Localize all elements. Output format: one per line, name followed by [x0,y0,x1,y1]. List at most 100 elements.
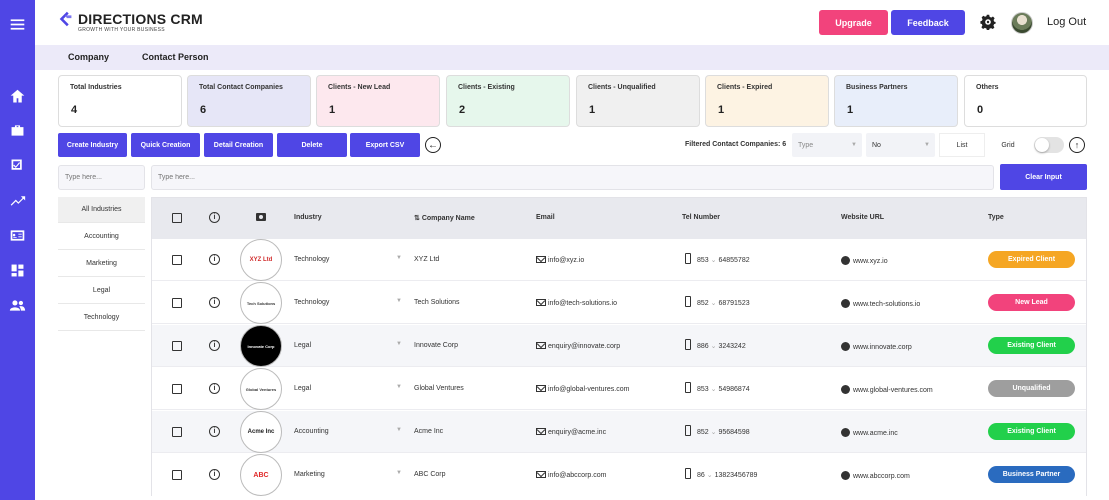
email-text: info@xyz.io [548,257,585,264]
cell-company: XYZ Ltd [414,256,440,263]
upgrade-button[interactable]: Upgrade [819,10,888,35]
company-logo: ABC [240,454,282,496]
scroll-up-icon[interactable]: ↑ [1069,137,1085,153]
checklist-icon[interactable] [8,156,27,175]
status-badge[interactable]: Business Partner [988,466,1075,483]
industry-item-all[interactable]: All Industries [58,197,145,223]
column-website[interactable]: Website URL [841,214,884,221]
status-badge[interactable]: New Lead [988,294,1075,311]
brand-logo[interactable]: DIRECTIONS CRM GROWTH WITH YOUR BUSINESS [57,10,203,33]
user-avatar[interactable] [1011,12,1033,34]
column-company-name[interactable]: ⇅ Company Name [414,214,475,222]
phone-icon [685,468,691,479]
column-tel[interactable]: Tel Number [682,214,720,221]
column-type[interactable]: Type [988,214,1004,221]
row-checkbox[interactable] [172,341,182,351]
table-row[interactable]: i ABC Marketing ▼ ABC Corp info@abccorp.… [152,454,1086,496]
stat-card-unqualified[interactable]: Clients - Unqualified 1 [576,75,700,127]
stat-card-existing[interactable]: Clients - Existing 2 [446,75,570,127]
info-icon[interactable]: i [209,469,220,480]
stat-card-new-lead[interactable]: Clients - New Lead 1 [316,75,440,127]
table-row[interactable]: i Tech Solutions Technology ▼ Tech Solut… [152,282,1086,324]
info-icon[interactable]: i [209,383,220,394]
id-card-icon[interactable] [8,226,27,245]
industry-item-technology[interactable]: Technology [58,305,145,331]
status-select-value: No [872,142,881,149]
website-text: www.innovate.corp [853,344,912,351]
status-badge[interactable]: Expired Client [988,251,1075,268]
industry-search-input[interactable] [58,165,145,190]
row-checkbox[interactable] [172,255,182,265]
detail-creation-button[interactable]: Detail Creation [204,133,273,157]
info-icon[interactable]: i [209,297,220,308]
table-header: i Industry ⇅ Company Name Email Tel Numb… [152,198,1086,239]
people-icon[interactable] [8,296,27,315]
tab-contact-person[interactable]: Contact Person [142,52,209,62]
info-icon[interactable]: i [209,340,220,351]
chevron-down-icon[interactable]: ▼ [396,470,402,476]
hamburger-menu-icon[interactable] [8,15,27,34]
column-email[interactable]: Email [536,214,555,221]
type-select[interactable]: Type ▼ [792,133,862,157]
select-all-checkbox[interactable] [172,213,182,223]
table-row[interactable]: i Innovate Corp Legal ▼ Innovate Corp en… [152,325,1086,367]
chevron-down-icon[interactable]: ▼ [396,341,402,347]
cell-tel: 86 ⌄ 13823456789 [697,472,758,479]
website-text: www.abccorp.com [853,473,910,480]
info-icon[interactable]: i [209,254,220,265]
stat-value: 1 [847,104,854,116]
email-text: enquiry@innovate.corp [548,343,621,350]
email-text: info@tech-solutions.io [548,300,617,307]
stat-card-others[interactable]: Others 0 [964,75,1087,127]
stat-card-expired[interactable]: Clients - Expired 1 [705,75,829,127]
gear-icon[interactable] [980,14,996,30]
dashboard-grid-icon[interactable] [8,261,27,280]
mail-icon [536,428,546,435]
industry-item-accounting[interactable]: Accounting [58,224,145,250]
list-view-button[interactable]: List [939,133,985,157]
filtered-count: Filtered Contact Companies: 6 [685,141,787,148]
row-checkbox[interactable] [172,384,182,394]
column-industry[interactable]: Industry [294,214,322,221]
stat-label: Business Partners [846,84,908,91]
table-row[interactable]: i XYZ Ltd Technology ▼ XYZ Ltd info@xyz.… [152,239,1086,281]
feedback-button[interactable]: Feedback [891,10,965,35]
industry-item-legal[interactable]: Legal [58,278,145,304]
stat-card-total-contact-companies[interactable]: Total Contact Companies 6 [187,75,311,127]
table-row[interactable]: i Global Ventures Legal ▼ Global Venture… [152,368,1086,410]
status-badge[interactable]: Existing Client [988,337,1075,354]
status-badge[interactable]: Existing Client [988,423,1075,440]
cell-industry: Technology [294,299,330,306]
clear-input-button[interactable]: Clear Input [1000,164,1087,190]
row-checkbox[interactable] [172,298,182,308]
tel-number: 68791523 [718,300,750,307]
stat-card-total-industries[interactable]: Total Industries 4 [58,75,182,127]
type-select-placeholder: Type [798,142,814,149]
row-checkbox[interactable] [172,427,182,437]
company-search-input[interactable] [151,165,994,190]
chevron-down-icon[interactable]: ▼ [396,384,402,390]
status-badge[interactable]: Unqualified [988,380,1075,397]
home-icon[interactable] [8,87,27,106]
info-icon[interactable]: i [209,426,220,437]
row-checkbox[interactable] [172,470,182,480]
stat-card-business-partners[interactable]: Business Partners 1 [834,75,958,127]
export-csv-button[interactable]: Export CSV [350,133,420,157]
grid-toggle[interactable] [1034,137,1064,153]
create-industry-button[interactable]: Create Industry [58,133,127,157]
briefcase-icon[interactable] [8,121,27,140]
status-select[interactable]: No ▼ [866,133,935,157]
quick-creation-button[interactable]: Quick Creation [131,133,200,157]
back-arrow-icon[interactable]: ← [425,137,441,153]
stat-label: Total Contact Companies [199,84,283,91]
delete-button[interactable]: Delete [277,133,347,157]
chevron-down-icon[interactable]: ▼ [396,255,402,261]
chevron-down-icon[interactable]: ▼ [396,298,402,304]
industry-item-marketing[interactable]: Marketing [58,251,145,277]
cell-website: www.tech-solutions.io [841,299,920,308]
trending-up-icon[interactable] [8,191,27,210]
logout-link[interactable]: Log Out [1047,16,1086,28]
tab-company[interactable]: Company [68,52,109,62]
chevron-down-icon[interactable]: ▼ [396,427,402,433]
table-row[interactable]: i Acme Inc Accounting ▼ Acme Inc enquiry… [152,411,1086,453]
